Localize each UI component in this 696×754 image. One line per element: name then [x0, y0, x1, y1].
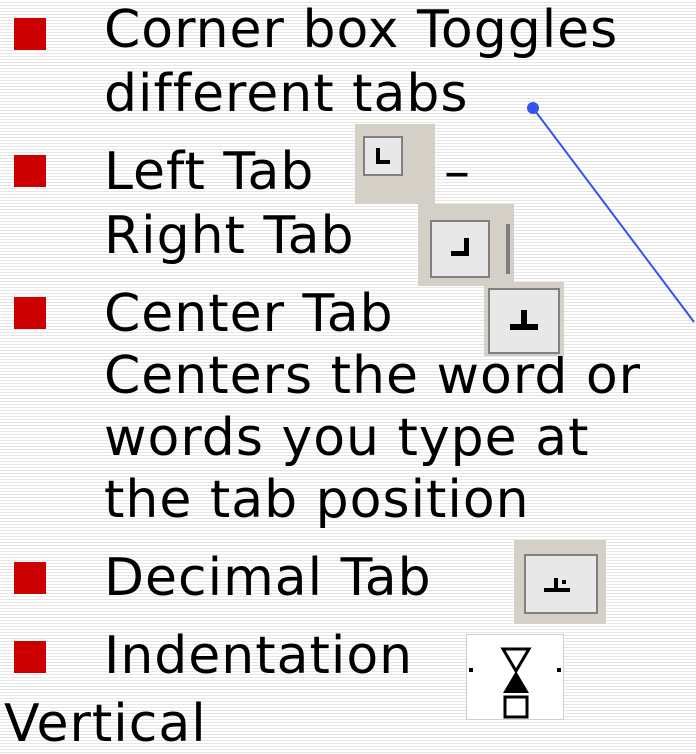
left-tab-icon: [355, 124, 435, 204]
right-tab-icon: [418, 204, 514, 286]
center-tab-icon: [484, 282, 564, 356]
decimal-tab-icon: [514, 540, 606, 624]
hourglass-indent-icon: [466, 634, 564, 720]
hourglass-glyph: [469, 647, 561, 719]
